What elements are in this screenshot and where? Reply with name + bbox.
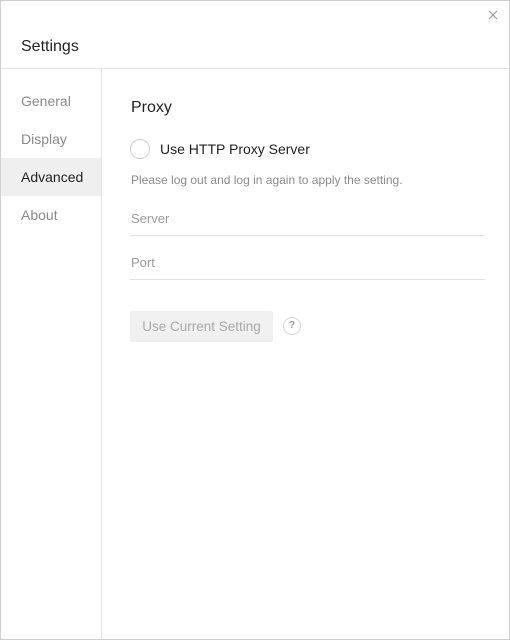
window-title: Settings — [21, 38, 79, 55]
proxy-hint-text: Please log out and log in again to apply… — [131, 173, 403, 187]
server-input[interactable] — [130, 205, 486, 231]
settings-content: Proxy Use HTTP Proxy Server Please log o… — [102, 69, 509, 639]
close-button[interactable] — [485, 7, 501, 23]
use-proxy-radio[interactable] — [130, 139, 150, 159]
help-icon[interactable]: ? — [283, 317, 301, 335]
sidebar-item-display[interactable]: Display — [1, 120, 101, 158]
settings-sidebar: General Display Advanced About — [1, 69, 102, 639]
use-current-setting-button[interactable]: Use Current Setting — [130, 311, 273, 342]
proxy-section-title: Proxy — [131, 99, 172, 116]
sidebar-item-about[interactable]: About — [1, 196, 101, 234]
port-input[interactable] — [130, 249, 486, 275]
settings-header: Settings — [1, 1, 509, 69]
port-field — [130, 249, 486, 280]
close-icon — [488, 10, 498, 20]
sidebar-item-advanced[interactable]: Advanced — [1, 158, 101, 196]
sidebar-item-general[interactable]: General — [1, 82, 101, 120]
server-field — [130, 205, 486, 236]
use-proxy-option[interactable]: Use HTTP Proxy Server — [130, 137, 310, 161]
use-proxy-label: Use HTTP Proxy Server — [160, 141, 310, 157]
settings-window: Settings General Display Advanced About … — [0, 0, 510, 640]
